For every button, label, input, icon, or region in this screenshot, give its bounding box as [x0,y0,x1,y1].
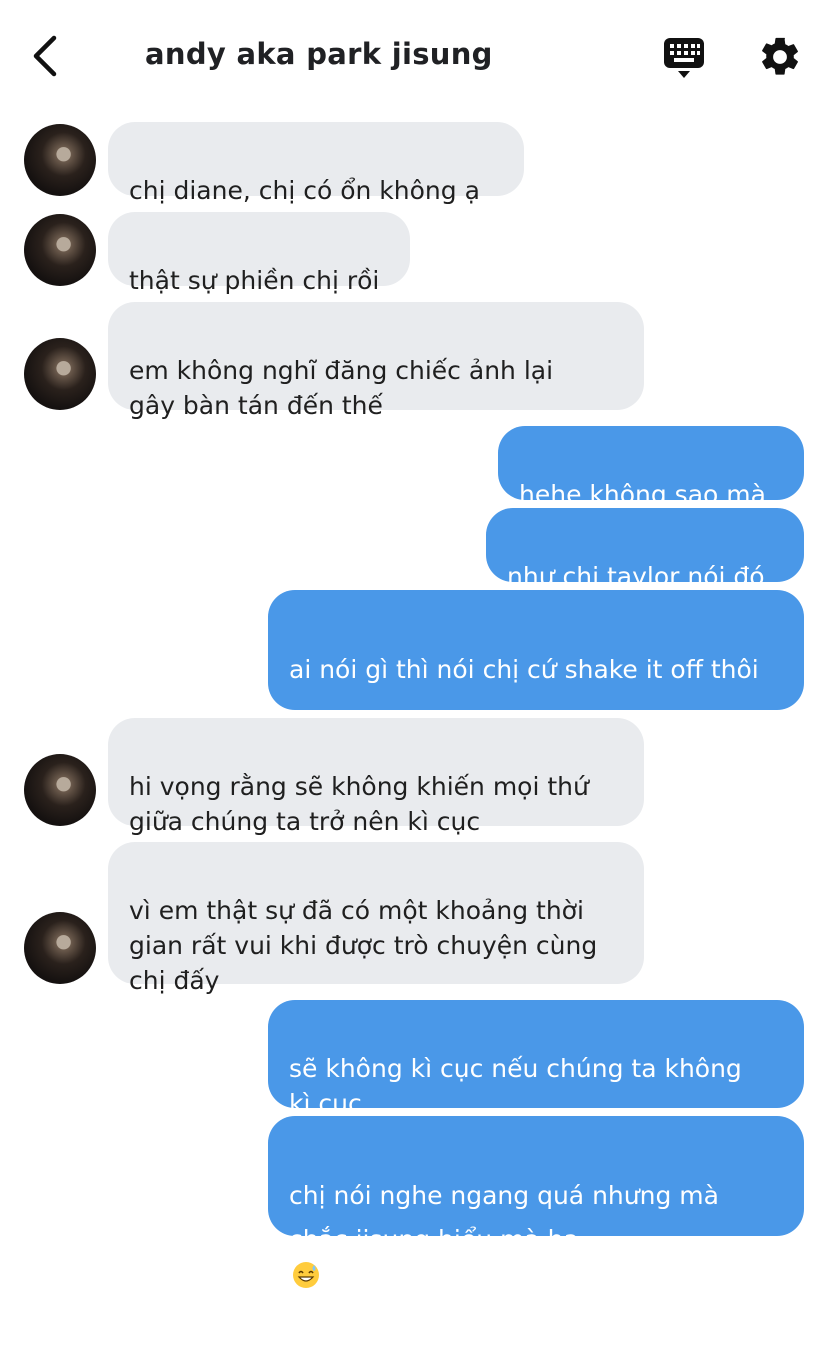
chat-header: andy aka park jisung [0,0,828,112]
avatar[interactable] [24,338,96,410]
avatar[interactable] [24,214,96,286]
message-text: như chị taylor nói đó [507,562,765,591]
avatar[interactable] [24,124,96,196]
message-bubble-incoming[interactable]: chị diane, chị có ổn không ạ [108,122,524,205]
message-bubble-incoming[interactable]: hi vọng rằng sẽ không khiến mọi thứ giữa… [108,718,644,836]
message-text: vì em thật sự đã có một khoảng thời gian… [129,896,598,995]
message-text: em không nghĩ đăng chiếc ảnh lại gây bàn… [129,356,554,420]
message-bubble-outgoing[interactable]: chị nói nghe ngang quá nhưng mà chắc jis… [268,1116,804,1288]
avatar[interactable] [24,754,96,826]
message-bubble-outgoing[interactable]: hehe không sao mà [498,426,804,509]
message-text: ai nói gì thì nói chị cứ shake it off th… [289,655,759,684]
grinning-sweat-emoji [293,1262,319,1288]
message-bubble-incoming[interactable]: em không nghĩ đăng chiếc ảnh lại gây bàn… [108,302,644,420]
message-text: hehe không sao mà [519,480,766,509]
message-bubble-outgoing[interactable]: như chị taylor nói đó [486,508,804,591]
message-text: thật sự phiền chị rồi [129,266,380,295]
message-text: chị nói nghe ngang quá nhưng mà chắc jis… [289,1181,719,1254]
message-bubble-outgoing[interactable]: ai nói gì thì nói chị cứ shake it off th… [268,590,804,762]
message-text: sẽ không kì cục nếu chúng ta không kì cụ… [289,1054,742,1118]
gear-icon[interactable] [757,34,803,80]
message-bubble-outgoing[interactable]: sẽ không kì cục nếu chúng ta không kì cụ… [268,1000,804,1118]
keyboard-icon[interactable] [660,36,708,80]
chevron-left-icon[interactable] [26,34,66,78]
message-bubble-incoming[interactable]: vì em thật sự đã có một khoảng thời gian… [108,842,644,995]
chat-title: andy aka park jisung [145,37,493,71]
message-text: hi vọng rằng sẽ không khiến mọi thứ giữa… [129,772,589,836]
message-bubble-incoming[interactable]: thật sự phiền chị rồi [108,212,410,295]
message-text: chị diane, chị có ổn không ạ [129,176,480,205]
avatar[interactable] [24,912,96,984]
